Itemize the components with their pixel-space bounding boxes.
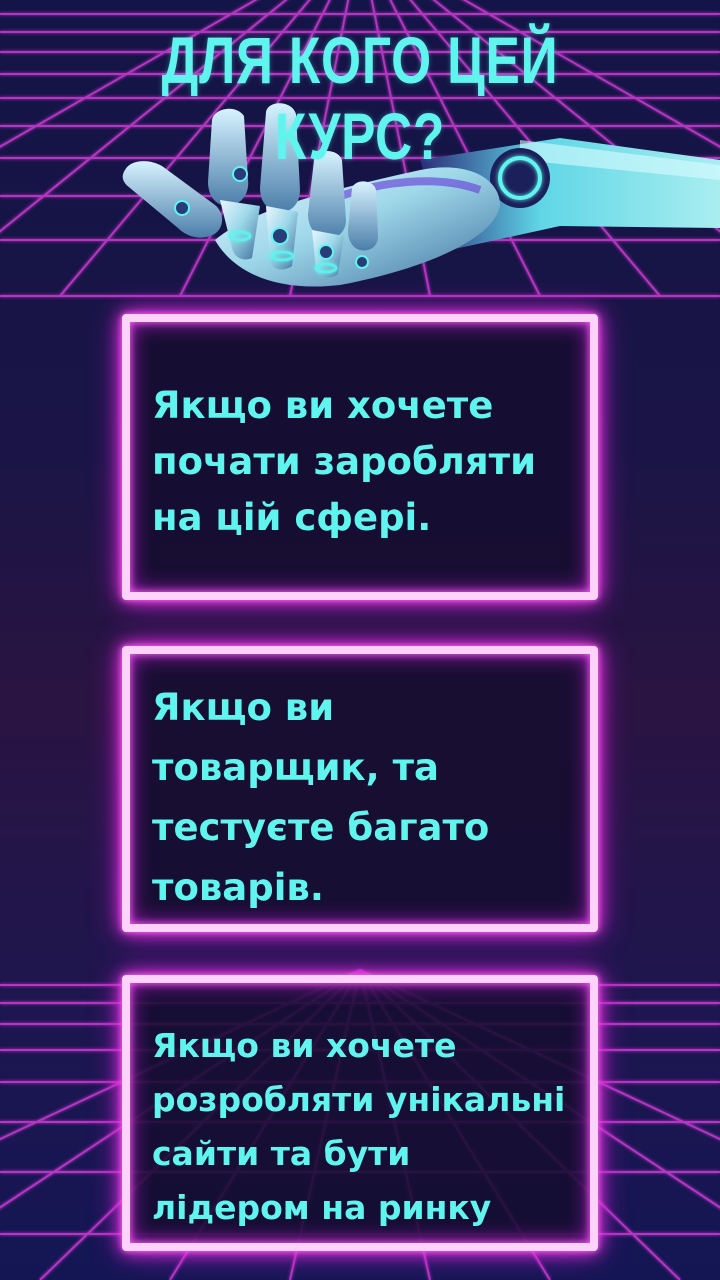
card-text: Якщо ви товарщик, та тестуєте багато товарі…: [152, 678, 576, 918]
card-line: тестуєте багато: [152, 806, 490, 849]
card-text: Якщо ви хочете почати заробляти на цій сфе…: [152, 378, 576, 546]
audience-card-earn: Якщо ви хочете почати заробляти на цій сфе…: [122, 314, 598, 600]
card-line: товарів.: [152, 866, 324, 909]
card-text: Якщо ви хочете розробляти унікальні сайти …: [152, 1019, 576, 1235]
card-line: на цій сфері.: [152, 496, 432, 539]
audience-card-seller: Якщо ви товарщик, та тестуєте багато товарі…: [122, 646, 598, 932]
audience-card-developer: Якщо ви хочете розробляти унікальні сайти …: [122, 975, 598, 1251]
page-title: ДЛЯ КОГО ЦЕЙ КУРС?: [161, 23, 559, 173]
card-line: розробляти унікальні: [152, 1080, 566, 1119]
card-line: почати заробляти: [152, 440, 537, 483]
card-line: сайти та бути: [152, 1134, 411, 1173]
card-line: Якщо ви хочете: [152, 384, 494, 427]
card-line: Якщо ви: [152, 686, 335, 729]
card-line: лідером на ринку: [152, 1188, 492, 1227]
card-line: Якщо ви хочете: [152, 1026, 457, 1065]
card-line: товарщик, та: [152, 746, 440, 789]
